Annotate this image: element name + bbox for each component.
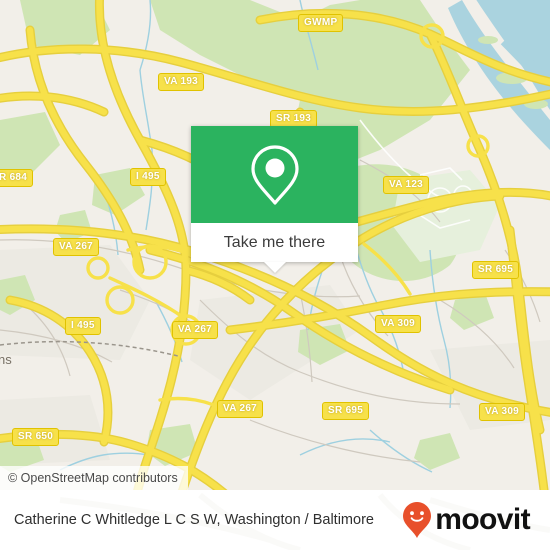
footer-content: Catherine C Whitledge L C S W, Washingto…: [0, 490, 550, 550]
road-shield-label: VA 267: [172, 321, 219, 339]
moovit-smiley-pin-icon: [403, 502, 432, 538]
road-shield-label: SR 684: [0, 169, 34, 187]
road-shield-label: GWMP: [298, 14, 344, 32]
footer-caption: Catherine C Whitledge L C S W, Washingto…: [14, 511, 374, 528]
road-shield-label: I 495: [130, 168, 166, 186]
footer-bar: Catherine C Whitledge L C S W, Washingto…: [0, 490, 550, 550]
moovit-brand[interactable]: moovit: [402, 501, 531, 539]
place-label: ns: [0, 352, 12, 367]
road-shield-label: VA 309: [479, 403, 526, 421]
callout-action-label: Take me there: [223, 233, 326, 251]
road-shield-label: SR 695: [322, 402, 370, 420]
map-attribution-text: © OpenStreetMap contributors: [8, 471, 178, 485]
road-shield-label: SR 650: [12, 428, 60, 446]
callout-action[interactable]: Take me there: [191, 223, 358, 262]
location-callout[interactable]: Take me there: [191, 126, 358, 273]
road-shield-label: I 495: [65, 317, 101, 335]
road-shield-label: VA 123: [383, 176, 430, 194]
map-canvas[interactable]: GWMPVA 193SR 193VA 123SR 684I 495VA 267S…: [0, 0, 550, 490]
road-shield-label: VA 309: [375, 315, 422, 333]
road-shield-label: VA 193: [158, 73, 205, 91]
callout-header: [191, 126, 358, 223]
road-shield-label: VA 267: [217, 400, 264, 418]
screenshot-root: GWMPVA 193SR 193VA 123SR 684I 495VA 267S…: [0, 0, 550, 550]
callout-pointer: [263, 262, 286, 273]
moovit-wordmark: moovit: [435, 503, 530, 536]
road-shield-label: SR 695: [472, 261, 520, 279]
road-shield-label: VA 267: [53, 238, 100, 256]
map-attribution[interactable]: © OpenStreetMap contributors: [0, 466, 188, 490]
map-pin-icon: [250, 144, 299, 205]
